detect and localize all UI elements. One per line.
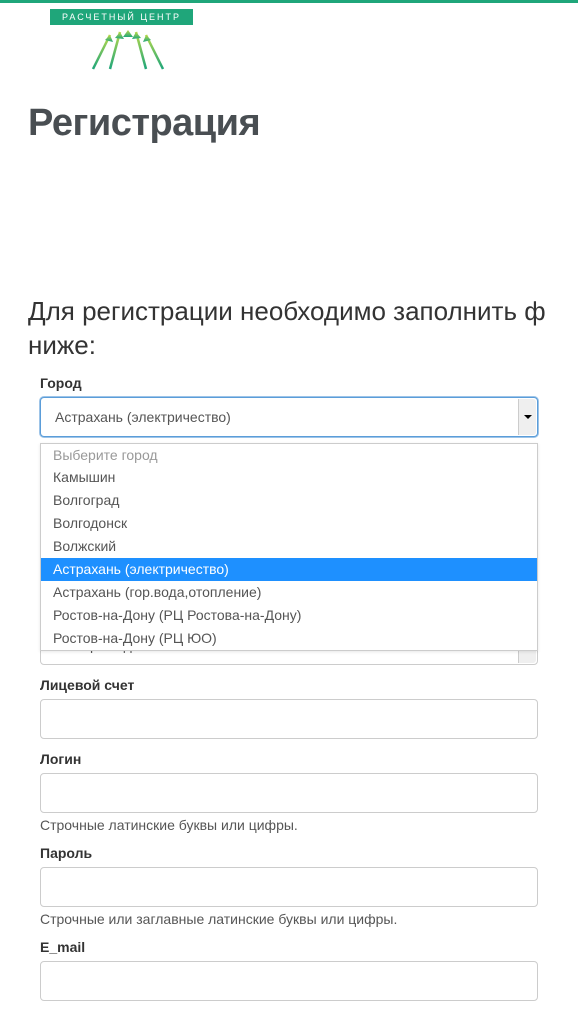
password-input[interactable] <box>40 867 538 907</box>
city-label: Город <box>40 375 538 391</box>
login-field-group: Логин Строчные латинские буквы или цифры… <box>40 751 538 833</box>
password-help-text: Строчные или заглавные латинские буквы и… <box>40 911 538 927</box>
city-option[interactable]: Волжский <box>41 535 537 558</box>
city-option[interactable]: Астрахань (гор.вода,отопление) <box>41 581 537 604</box>
city-option[interactable]: Ростов-на-Дону (РЦ Ростова-на-Дону) <box>41 604 537 627</box>
login-label: Логин <box>40 751 538 767</box>
city-option-placeholder[interactable]: Выберите город <box>41 444 537 467</box>
chevron-down-icon <box>518 399 536 435</box>
account-label: Лицевой счет <box>40 677 538 693</box>
logo-badge: РАСЧЕТНЫЙ ЦЕНТР <box>50 9 193 25</box>
login-input[interactable] <box>40 773 538 813</box>
page-subtitle: Для регистрации необходимо заполнить ф н… <box>0 145 578 363</box>
top-accent-bar <box>0 0 578 3</box>
email-label: E_mail <box>40 939 538 955</box>
city-select-wrapper: Астрахань (электричество) Выберите город… <box>40 397 538 437</box>
password-label: Пароль <box>40 845 538 861</box>
account-field-group: Лицевой счет <box>40 677 538 739</box>
page-title: Регистрация <box>0 77 578 145</box>
city-select[interactable]: Астрахань (электричество) <box>40 397 538 437</box>
logo-arrows-icon <box>78 27 178 72</box>
city-option[interactable]: Камышин <box>41 466 537 489</box>
city-select-value: Астрахань (электричество) <box>55 409 231 425</box>
password-field-group: Пароль Строчные или заглавные латинские … <box>40 845 538 927</box>
city-dropdown: Выберите город Камышин Волгоград Волгодо… <box>40 443 538 651</box>
logo-area: РАСЧЕТНЫЙ ЦЕНТР <box>0 7 578 77</box>
account-input[interactable] <box>40 699 538 739</box>
city-option-selected[interactable]: Астрахань (электричество) <box>41 558 537 581</box>
email-field-group: E_mail <box>40 939 538 1001</box>
city-option[interactable]: Волгоград <box>41 489 537 512</box>
city-option[interactable]: Ростов-на-Дону (РЦ ЮО) <box>41 627 537 650</box>
login-help-text: Строчные латинские буквы или цифры. <box>40 817 538 833</box>
city-option[interactable]: Волгодонск <box>41 512 537 535</box>
city-field-group: Город Астрахань (электричество) Выберите… <box>40 375 538 437</box>
registration-form: Город Астрахань (электричество) Выберите… <box>0 363 578 1001</box>
email-input[interactable] <box>40 961 538 1001</box>
